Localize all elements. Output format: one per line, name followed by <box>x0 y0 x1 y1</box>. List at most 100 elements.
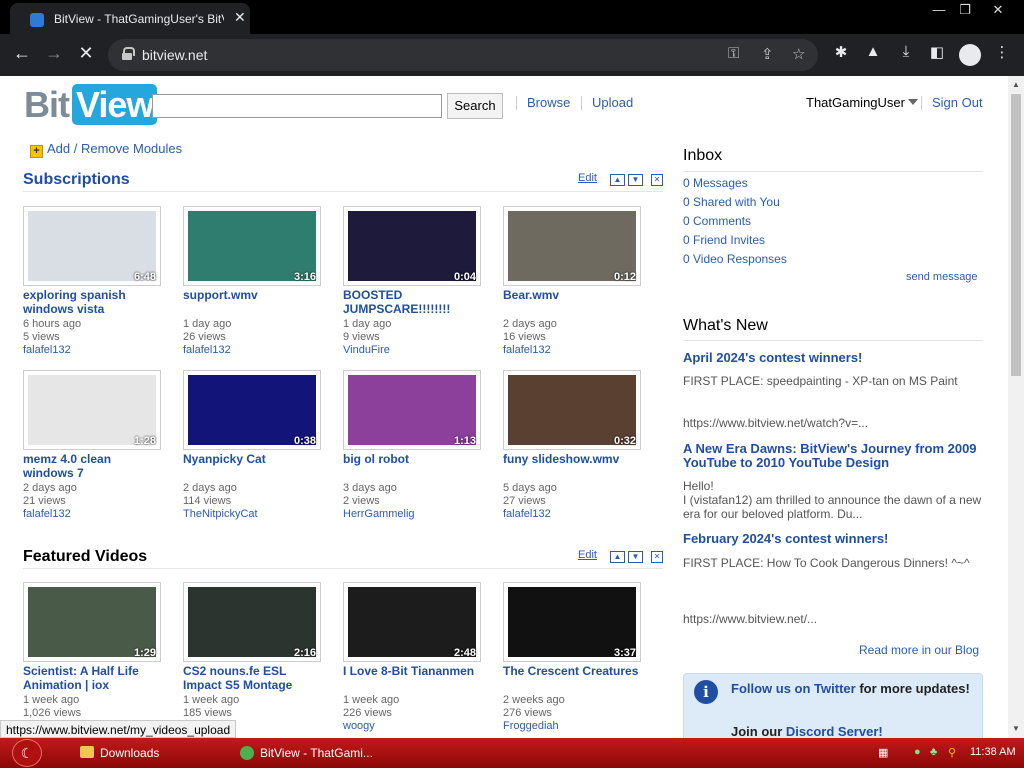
read-more-blog-link[interactable]: Read more in our Blog <box>859 643 979 657</box>
video-uploader[interactable]: falafel132 <box>503 508 643 520</box>
video-age: 5 days ago <box>503 482 557 494</box>
video-title[interactable]: Scientist: A Half Life Animation | iox <box>23 664 163 692</box>
video-title[interactable]: Nyanpicky Cat <box>183 452 323 466</box>
video-thumbnail[interactable]: 0:12 <box>503 206 641 286</box>
forward-icon[interactable]: → <box>42 43 66 64</box>
browser-tab[interactable]: BitView - ThatGamingUser's BitV ✕ <box>10 3 250 34</box>
move-down-icon[interactable]: ▼ <box>628 174 643 186</box>
taskbar-downloads[interactable]: Downloads <box>80 742 159 764</box>
download-icon[interactable]: ⤓ <box>895 43 917 60</box>
video-title[interactable]: support.wmv <box>183 288 323 302</box>
video-thumbnail[interactable]: 0:32 <box>503 370 641 450</box>
featured-edit-link[interactable]: Edit <box>578 549 597 561</box>
twitter-link[interactable]: Follow us on Twitter <box>731 681 856 696</box>
upload-link[interactable]: Upload <box>592 95 633 110</box>
video-uploader[interactable]: falafel132 <box>183 344 323 356</box>
video-title[interactable]: memz 4.0 clean windows 7 <box>23 452 163 480</box>
blog-post-title[interactable]: April 2024's contest winners! <box>683 351 983 365</box>
video-duration: 2:48 <box>453 647 476 659</box>
video-uploader[interactable]: HerrGammelig <box>343 508 483 520</box>
video-thumbnail[interactable]: 6:48 <box>23 206 161 286</box>
video-duration: 0:38 <box>293 435 316 447</box>
video-thumbnail[interactable]: 3:37 <box>503 582 641 662</box>
video-title[interactable]: Bear.wmv <box>503 288 643 302</box>
video-title[interactable]: BOOSTED JUMPSCARE!!!!!!!! <box>343 288 483 316</box>
video-thumbnail[interactable]: 0:04 <box>343 206 481 286</box>
back-icon[interactable]: ← <box>10 43 34 64</box>
scroll-up-icon[interactable]: ▲ <box>1012 80 1020 89</box>
inbox-shared-link[interactable]: 0 Shared with You <box>683 195 780 209</box>
scrollbar-thumb[interactable] <box>1011 94 1021 376</box>
inbox-messages-link[interactable]: 0 Messages <box>683 176 748 190</box>
video-title[interactable]: exploring spanish windows vista <box>23 288 163 316</box>
video-uploader[interactable]: Froggediah <box>503 720 643 732</box>
bookmark-star-icon[interactable]: ☆ <box>792 45 805 63</box>
video-thumbnail[interactable]: 1:28 <box>23 370 161 450</box>
inbox-comments-link[interactable]: 0 Comments <box>683 214 751 228</box>
inbox-video-responses-link[interactable]: 0 Video Responses <box>683 252 787 266</box>
subscriptions-edit-link[interactable]: Edit <box>578 172 597 184</box>
browse-link[interactable]: Browse <box>527 95 570 110</box>
address-bar[interactable]: bitview.net ⚿ ⇪ ☆ <box>108 39 818 71</box>
video-uploader[interactable]: falafel132 <box>503 344 643 356</box>
page-scrollbar[interactable]: ▲ ▼ <box>1008 76 1024 738</box>
move-up-icon[interactable]: ▲ <box>610 551 625 563</box>
profile-avatar-icon[interactable] <box>959 44 981 66</box>
move-down-icon[interactable]: ▼ <box>628 551 643 563</box>
discord-link[interactable]: Discord Server! <box>786 724 883 738</box>
video-uploader[interactable]: falafel132 <box>23 508 163 520</box>
network-icon[interactable]: ● <box>914 746 921 758</box>
video-thumbnail[interactable]: 1:29 <box>23 582 161 662</box>
video-title[interactable]: The Crescent Creatures <box>503 664 643 678</box>
video-thumbnail[interactable]: 0:38 <box>183 370 321 450</box>
video-thumbnail[interactable]: 1:13 <box>343 370 481 450</box>
stop-loading-icon[interactable]: ✕ <box>74 43 98 64</box>
video-title[interactable]: CS2 nouns.fe ESL Impact S5 Montage <box>183 664 323 692</box>
video-thumbnail[interactable]: 2:48 <box>343 582 481 662</box>
video-title[interactable]: funy slideshow.wmv <box>503 452 643 466</box>
add-remove-modules-link[interactable]: + Add / Remove Modules <box>30 141 182 158</box>
video-uploader[interactable]: VinduFire <box>343 344 483 356</box>
keyboard-icon[interactable]: ▦ <box>878 746 888 759</box>
video-uploader[interactable]: TheNitpickyCat <box>183 508 323 520</box>
close-tab-icon[interactable]: ✕ <box>234 9 246 26</box>
bitview-logo[interactable]: Bit View <box>24 84 158 126</box>
video-title[interactable]: big ol robot <box>343 452 483 466</box>
search-input[interactable] <box>152 94 442 118</box>
close-module-icon[interactable]: ✕ <box>651 174 663 186</box>
inbox-title: Inbox <box>683 147 723 164</box>
address-url[interactable]: bitview.net <box>142 47 207 63</box>
side-panel-icon[interactable]: ◧ <box>926 43 948 61</box>
inbox-friend-invites-link[interactable]: 0 Friend Invites <box>683 233 765 247</box>
lock-icon[interactable] <box>122 47 135 60</box>
shield-icon[interactable]: ♣ <box>930 746 937 758</box>
video-uploader[interactable]: woogy <box>343 720 483 732</box>
send-message-link[interactable]: send message <box>906 271 978 283</box>
move-up-icon[interactable]: ▲ <box>610 174 625 186</box>
extensions-icon[interactable]: ✱ <box>830 43 852 61</box>
search-icon[interactable]: ⚲ <box>948 746 956 759</box>
start-button[interactable]: ☾ <box>12 739 42 767</box>
user-menu[interactable]: ThatGamingUser <box>806 95 918 110</box>
search-button[interactable]: Search <box>447 93 503 119</box>
window-close-icon[interactable]: ✕ <box>983 2 1013 18</box>
video-title[interactable]: I Love 8-Bit Tiananmen <box>343 664 483 678</box>
video-thumbnail[interactable]: 2:16 <box>183 582 321 662</box>
share-icon[interactable]: ⇪ <box>761 45 774 63</box>
video-duration: 1:28 <box>133 435 156 447</box>
restore-icon[interactable]: ❐ <box>950 2 980 18</box>
blog-post-excerpt: FIRST PLACE: speedpainting - XP-tan on M… <box>683 374 958 388</box>
menu-kebab-icon[interactable]: ⋮ <box>991 43 1013 61</box>
close-module-icon[interactable]: ✕ <box>651 551 663 563</box>
scroll-down-icon[interactable]: ▼ <box>1012 724 1020 733</box>
labs-icon[interactable]: ▲ <box>862 43 884 60</box>
video-thumbnail[interactable]: 3:16 <box>183 206 321 286</box>
video-uploader[interactable]: falafel132 <box>23 344 163 356</box>
blog-post-title[interactable]: February 2024's contest winners! <box>683 532 983 546</box>
add-remove-modules-label: Add / Remove Modules <box>47 141 183 156</box>
taskbar-browser[interactable]: BitView - ThatGami... <box>240 742 373 764</box>
sign-out-link[interactable]: Sign Out <box>932 95 983 110</box>
blog-post-title[interactable]: A New Era Dawns: BitView's Journey from … <box>683 442 983 470</box>
video-views: 1,026 views <box>23 707 82 719</box>
key-icon[interactable]: ⚿ <box>728 45 739 62</box>
